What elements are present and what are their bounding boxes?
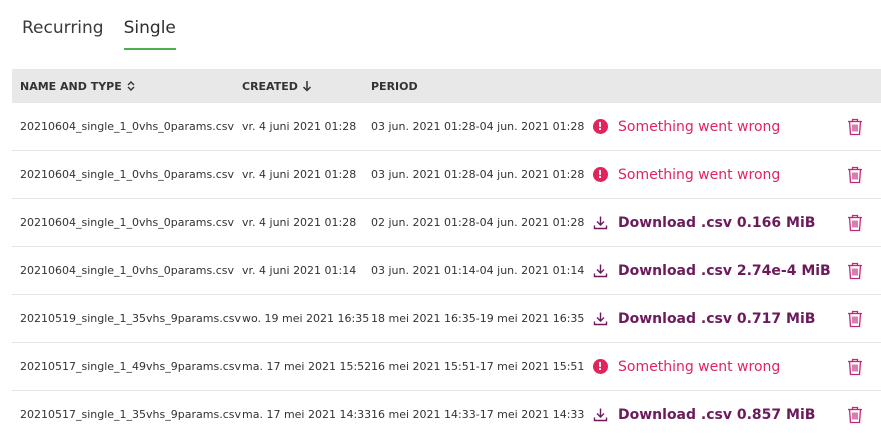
trash-icon[interactable] xyxy=(847,343,863,390)
period-range: 16 mei 2021 15:51-17 mei 2021 15:51 xyxy=(371,360,585,373)
arrow-down-icon xyxy=(302,80,312,92)
download-icon xyxy=(592,215,608,231)
table-row: 20210604_single_1_0vhs_0params.csv vr. 4 … xyxy=(12,247,881,295)
table-row: 20210604_single_1_0vhs_0params.csv vr. 4 … xyxy=(12,151,881,199)
header-period-label: PERIOD xyxy=(371,79,418,93)
status-text: Something went wrong xyxy=(618,358,781,375)
error-status: ! Something went wrong xyxy=(592,343,780,390)
tab-single[interactable]: Single xyxy=(123,18,176,50)
error-status: ! Something went wrong xyxy=(592,103,780,150)
period-range: 16 mei 2021 14:33-17 mei 2021 14:33 xyxy=(371,408,585,421)
file-name: 20210517_single_1_49vhs_9params.csv xyxy=(20,360,241,373)
created-date: ma. 17 mei 2021 15:52 xyxy=(242,360,372,373)
file-name: 20210604_single_1_0vhs_0params.csv xyxy=(20,264,234,277)
file-name: 20210604_single_1_0vhs_0params.csv xyxy=(20,168,234,181)
header-created[interactable]: CREATED xyxy=(242,80,312,93)
table-row: 20210517_single_1_49vhs_9params.csv ma. 1… xyxy=(12,343,881,391)
file-name: 20210519_single_1_35vhs_9params.csv xyxy=(20,312,241,325)
status-text: Download .csv 0.166 MiB xyxy=(618,214,816,231)
status-text: Something went wrong xyxy=(618,118,781,135)
trash-icon[interactable] xyxy=(847,199,863,246)
status-text: Something went wrong xyxy=(618,166,781,183)
header-name-label: NAME AND TYPE xyxy=(20,79,122,93)
status-text: Download .csv 2.74e-4 MiB xyxy=(618,262,831,279)
header-name-and-type[interactable]: NAME AND TYPE xyxy=(20,80,136,93)
file-name: 20210604_single_1_0vhs_0params.csv xyxy=(20,216,234,229)
period-range: 03 jun. 2021 01:28-04 jun. 2021 01:28 xyxy=(371,168,585,181)
tabs: Recurring Single xyxy=(22,18,176,50)
table-body: 20210604_single_1_0vhs_0params.csv vr. 4 … xyxy=(12,103,881,438)
trash-icon[interactable] xyxy=(847,391,863,438)
created-date: vr. 4 juni 2021 01:28 xyxy=(242,216,357,229)
download-link[interactable]: Download .csv 0.166 MiB xyxy=(592,199,815,246)
sort-updown-icon xyxy=(126,80,136,92)
status-text: Download .csv 0.857 MiB xyxy=(618,406,816,423)
download-link[interactable]: Download .csv 0.857 MiB xyxy=(592,391,815,438)
exports-table: NAME AND TYPE CREATED PERIOD 20210604_si… xyxy=(12,69,881,438)
created-date: wo. 19 mei 2021 16:35 xyxy=(242,312,370,325)
period-range: 03 jun. 2021 01:28-04 jun. 2021 01:28 xyxy=(371,120,585,133)
trash-icon[interactable] xyxy=(847,151,863,198)
download-link[interactable]: Download .csv 0.717 MiB xyxy=(592,295,815,342)
download-icon xyxy=(592,263,608,279)
trash-icon[interactable] xyxy=(847,247,863,294)
created-date: ma. 17 mei 2021 14:33 xyxy=(242,408,372,421)
trash-icon[interactable] xyxy=(847,295,863,342)
error-circle-icon: ! xyxy=(592,119,608,135)
period-range: 18 mei 2021 16:35-19 mei 2021 16:35 xyxy=(371,312,585,325)
period-range: 02 jun. 2021 01:28-04 jun. 2021 01:28 xyxy=(371,216,585,229)
table-row: 20210604_single_1_0vhs_0params.csv vr. 4 … xyxy=(12,199,881,247)
error-circle-icon: ! xyxy=(592,167,608,183)
download-icon xyxy=(592,311,608,327)
period-range: 03 jun. 2021 01:14-04 jun. 2021 01:14 xyxy=(371,264,585,277)
file-name: 20210604_single_1_0vhs_0params.csv xyxy=(20,120,234,133)
created-date: vr. 4 juni 2021 01:14 xyxy=(242,264,357,277)
table-row: 20210517_single_1_35vhs_9params.csv ma. 1… xyxy=(12,391,881,438)
download-link[interactable]: Download .csv 2.74e-4 MiB xyxy=(592,247,831,294)
trash-icon[interactable] xyxy=(847,103,863,150)
table-header: NAME AND TYPE CREATED PERIOD xyxy=(12,69,881,103)
error-circle-icon: ! xyxy=(592,359,608,375)
download-icon xyxy=(592,407,608,423)
error-status: ! Something went wrong xyxy=(592,151,780,198)
status-text: Download .csv 0.717 MiB xyxy=(618,310,816,327)
header-period: PERIOD xyxy=(371,80,418,93)
file-name: 20210517_single_1_35vhs_9params.csv xyxy=(20,408,241,421)
table-row: 20210519_single_1_35vhs_9params.csv wo. 1… xyxy=(12,295,881,343)
tab-recurring[interactable]: Recurring xyxy=(22,18,104,50)
header-created-label: CREATED xyxy=(242,79,298,93)
created-date: vr. 4 juni 2021 01:28 xyxy=(242,120,357,133)
table-row: 20210604_single_1_0vhs_0params.csv vr. 4 … xyxy=(12,103,881,151)
created-date: vr. 4 juni 2021 01:28 xyxy=(242,168,357,181)
